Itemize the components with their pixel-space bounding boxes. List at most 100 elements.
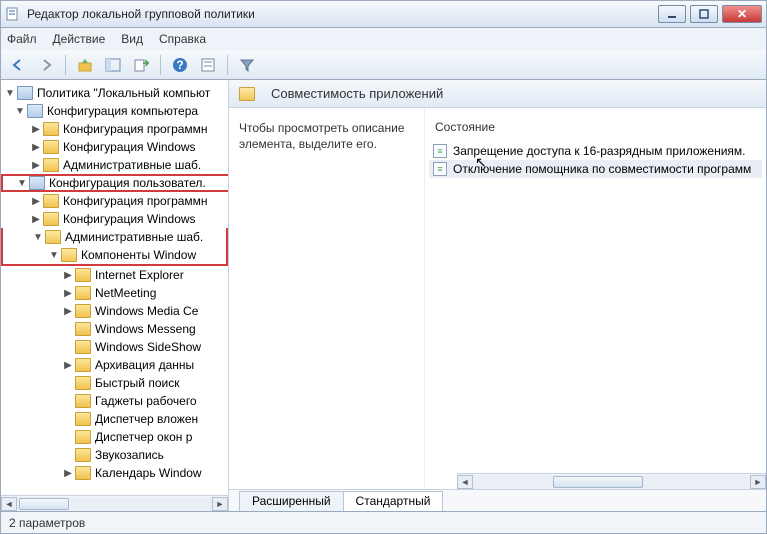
tree-item[interactable]: Гаджеты рабочего: [1, 392, 228, 410]
tree-hscrollbar[interactable]: ◄ ►: [1, 495, 228, 511]
tree-label: Internet Explorer: [95, 268, 184, 282]
tree-label: Компоненты Window: [81, 248, 196, 262]
folder-icon: [75, 286, 91, 300]
tree-item[interactable]: ▶Конфигурация программн: [1, 192, 228, 210]
folder-icon: [43, 158, 59, 172]
tree-label: Конфигурация программн: [63, 122, 208, 136]
tree-admin-templates[interactable]: ▼Административные шаб.: [3, 228, 226, 246]
tree-label: Windows Media Ce: [95, 304, 198, 318]
tree-label: Windows Messeng: [95, 322, 196, 336]
tree-label: Политика "Локальный компьют: [37, 86, 210, 100]
tree-item[interactable]: ▶Архивация данны: [1, 356, 228, 374]
tree-label: Архивация данны: [95, 358, 194, 372]
scroll-left-button[interactable]: ◄: [1, 497, 17, 511]
scroll-right-button[interactable]: ►: [212, 497, 228, 511]
tree-item[interactable]: ▶Календарь Window: [1, 464, 228, 482]
policy-item-icon: ≡: [433, 144, 447, 158]
menu-action[interactable]: Действие: [53, 32, 106, 46]
folder-icon: [75, 340, 91, 354]
main-frame: ▼Политика "Локальный компьют ▼Конфигурац…: [0, 80, 767, 512]
tree-item[interactable]: Windows SideShow: [1, 338, 228, 356]
show-hide-tree-button[interactable]: [102, 54, 124, 76]
tree-item[interactable]: ▶Internet Explorer: [1, 266, 228, 284]
tab-extended[interactable]: Расширенный: [239, 491, 344, 511]
list-item[interactable]: ≡ Отключение помощника по совместимости …: [429, 160, 762, 178]
tree-label: Конфигурация Windows: [63, 140, 196, 154]
folder-icon: [75, 394, 91, 408]
folder-icon: [43, 122, 59, 136]
details-title: Совместимость приложений: [271, 86, 443, 101]
folder-icon: [61, 248, 77, 262]
list-hscrollbar[interactable]: ◄ ►: [457, 473, 766, 489]
menu-help[interactable]: Справка: [159, 32, 206, 46]
filter-button[interactable]: [236, 54, 258, 76]
status-text: 2 параметров: [9, 516, 85, 530]
details-header: Совместимость приложений: [229, 80, 766, 108]
folder-icon: [43, 212, 59, 226]
tree[interactable]: ▼Политика "Локальный компьют ▼Конфигурац…: [1, 80, 228, 495]
menu-view[interactable]: Вид: [121, 32, 143, 46]
tree-root[interactable]: ▼Политика "Локальный компьют: [1, 84, 228, 102]
scroll-right-button[interactable]: ►: [750, 475, 766, 489]
tree-label: Конфигурация программн: [63, 194, 208, 208]
tree-label: Быстрый поиск: [95, 376, 179, 390]
user-icon: [29, 176, 45, 190]
tree-label: Гаджеты рабочего: [95, 394, 197, 408]
tree-item[interactable]: Диспетчер окон р: [1, 428, 228, 446]
folder-icon: [75, 376, 91, 390]
tree-item[interactable]: ▶Административные шаб.: [1, 156, 228, 174]
list-item-label: Запрещение доступа к 16-разрядным прилож…: [453, 144, 746, 158]
folder-icon: [75, 322, 91, 336]
maximize-button[interactable]: [690, 5, 718, 23]
tab-standard[interactable]: Стандартный: [343, 491, 444, 511]
tree-label: Windows SideShow: [95, 340, 201, 354]
up-button[interactable]: [74, 54, 96, 76]
menu-bar: Файл Действие Вид Справка: [0, 28, 767, 50]
close-button[interactable]: ✕: [722, 5, 762, 23]
forward-button[interactable]: [35, 54, 57, 76]
export-button[interactable]: [130, 54, 152, 76]
app-icon: [5, 6, 21, 22]
tree-item[interactable]: ▶Конфигурация программн: [1, 120, 228, 138]
menu-file[interactable]: Файл: [7, 32, 37, 46]
folder-icon: [75, 304, 91, 318]
tree-label: Конфигурация Windows: [63, 212, 196, 226]
tree-item[interactable]: Быстрый поиск: [1, 374, 228, 392]
tree-item[interactable]: Windows Messeng: [1, 320, 228, 338]
properties-button[interactable]: [197, 54, 219, 76]
tree-computer-config[interactable]: ▼Конфигурация компьютера: [1, 102, 228, 120]
tree-item[interactable]: Звукозапись: [1, 446, 228, 464]
folder-icon: [43, 140, 59, 154]
tree-label: Звукозапись: [95, 448, 164, 462]
tree-windows-components[interactable]: ▼Компоненты Window: [3, 246, 226, 264]
tree-label: Конфигурация пользовател.: [49, 176, 206, 190]
list-item[interactable]: ≡ Запрещение доступа к 16-разрядным прил…: [429, 142, 762, 160]
tree-label: Административные шаб.: [63, 158, 201, 172]
tree-item[interactable]: ▶NetMeeting: [1, 284, 228, 302]
tree-pane: ▼Политика "Локальный компьют ▼Конфигурац…: [1, 80, 229, 511]
folder-icon: [75, 358, 91, 372]
tree-item[interactable]: ▶Конфигурация Windows: [1, 210, 228, 228]
tree-label: Календарь Window: [95, 466, 202, 480]
computer-icon: [27, 104, 43, 118]
scroll-left-button[interactable]: ◄: [457, 475, 473, 489]
tree-user-config[interactable]: ▼Конфигурация пользовател.: [1, 174, 228, 192]
state-column-header[interactable]: Состояние: [429, 118, 762, 136]
tree-item[interactable]: Диспетчер вложен: [1, 410, 228, 428]
folder-icon: [75, 412, 91, 426]
minimize-button[interactable]: [658, 5, 686, 23]
tree-label: Административные шаб.: [65, 230, 203, 244]
folder-icon: [75, 430, 91, 444]
policy-icon: [17, 86, 33, 100]
folder-icon: [45, 230, 61, 244]
tree-item[interactable]: ▶Windows Media Ce: [1, 302, 228, 320]
list-item-label: Отключение помощника по совместимости пр…: [453, 162, 751, 176]
policy-item-icon: ≡: [433, 162, 447, 176]
tree-label: Диспетчер вложен: [95, 412, 198, 426]
settings-list: Состояние ≡ Запрещение доступа к 16-разр…: [425, 108, 766, 511]
details-pane: Совместимость приложений Чтобы просмотре…: [229, 80, 766, 511]
folder-icon: [43, 194, 59, 208]
back-button[interactable]: [7, 54, 29, 76]
tree-item[interactable]: ▶Конфигурация Windows: [1, 138, 228, 156]
help-button[interactable]: ?: [169, 54, 191, 76]
